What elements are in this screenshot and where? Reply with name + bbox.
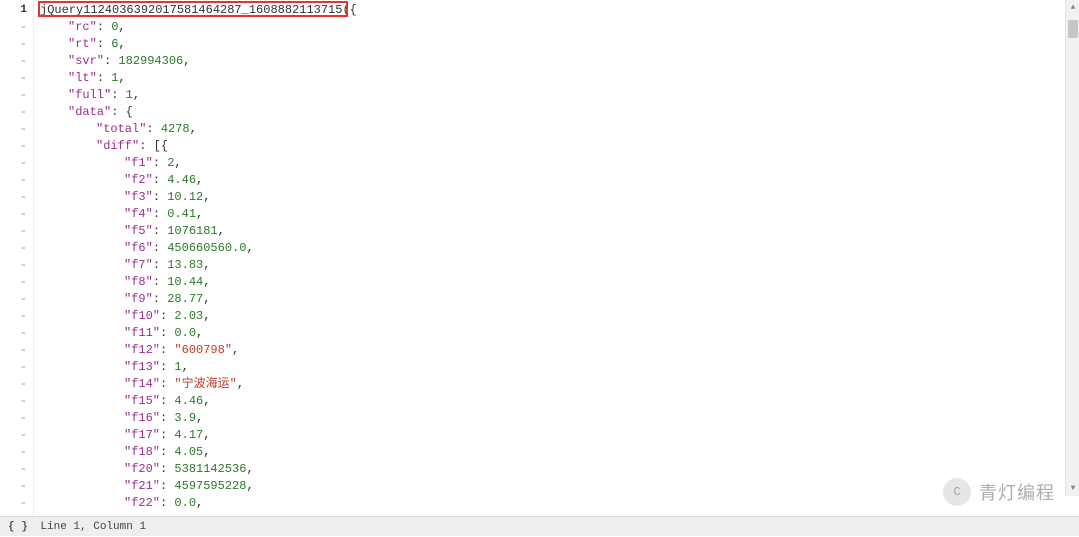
fold-marker[interactable]: - [0, 461, 33, 478]
cursor-position: Line 1, Column 1 [40, 521, 146, 533]
fold-marker[interactable]: - [0, 189, 33, 206]
fold-marker[interactable]: - [0, 155, 33, 172]
code-line[interactable]: "f5": 1076181, [40, 223, 1079, 240]
code-line[interactable]: "data": { [40, 104, 1079, 121]
fold-marker[interactable]: - [0, 376, 33, 393]
code-line[interactable]: "f4": 0.41, [40, 206, 1079, 223]
fold-marker[interactable]: - [0, 87, 33, 104]
scroll-up-icon[interactable]: ▲ [1068, 2, 1078, 13]
fold-marker[interactable]: - [0, 36, 33, 53]
code-line[interactable]: "f10": 2.03, [40, 308, 1079, 325]
code-line[interactable]: "f9": 28.77, [40, 291, 1079, 308]
fold-marker[interactable]: - [0, 19, 33, 36]
code-line[interactable]: "f8": 10.44, [40, 274, 1079, 291]
fold-marker[interactable]: - [0, 223, 33, 240]
fold-marker[interactable]: - [0, 121, 33, 138]
fold-marker[interactable]: - [0, 138, 33, 155]
code-line[interactable]: "f2": 4.46, [40, 172, 1079, 189]
fold-marker[interactable]: - [0, 240, 33, 257]
gutter: 1 - - - - - - - - - - - - - - - - - - - … [0, 0, 34, 516]
code-line[interactable]: "total": 4278, [40, 121, 1079, 138]
fold-marker[interactable]: - [0, 53, 33, 70]
line-number: 1 [0, 2, 33, 19]
fold-marker[interactable]: - [0, 172, 33, 189]
editor-pane[interactable]: 1 - - - - - - - - - - - - - - - - - - - … [0, 0, 1079, 516]
code-line[interactable]: "f14": "宁波海运", [40, 376, 1079, 393]
code-line[interactable]: "rt": 6, [40, 36, 1079, 53]
fold-marker[interactable]: - [0, 427, 33, 444]
fold-marker[interactable]: - [0, 274, 33, 291]
code-line[interactable]: "f3": 10.12, [40, 189, 1079, 206]
fold-marker[interactable]: - [0, 444, 33, 461]
scroll-down-icon[interactable]: ▼ [1068, 483, 1078, 494]
status-bar: { } Line 1, Column 1 [0, 516, 1079, 536]
code-line[interactable]: "f12": "600798", [40, 342, 1079, 359]
fold-marker[interactable]: - [0, 342, 33, 359]
code-line[interactable]: "f20": 5381142536, [40, 461, 1079, 478]
code-line[interactable]: "f16": 3.9, [40, 410, 1079, 427]
code-line[interactable]: jQuery1124036392017581464287_16088821137… [40, 2, 1079, 19]
fold-marker[interactable]: - [0, 104, 33, 121]
fold-marker[interactable]: - [0, 478, 33, 495]
code-area[interactable]: jQuery1124036392017581464287_16088821137… [34, 0, 1079, 516]
fold-marker[interactable]: - [0, 495, 33, 512]
code-line[interactable]: "f11": 0.0, [40, 325, 1079, 342]
fold-marker[interactable]: - [0, 206, 33, 223]
fold-marker[interactable]: - [0, 325, 33, 342]
code-line[interactable]: "f18": 4.05, [40, 444, 1079, 461]
code-line[interactable]: "full": 1, [40, 87, 1079, 104]
code-line[interactable]: "f7": 13.83, [40, 257, 1079, 274]
fold-marker[interactable]: - [0, 257, 33, 274]
fold-marker[interactable]: - [0, 308, 33, 325]
braces-icon: { } [8, 521, 28, 533]
fold-marker[interactable]: - [0, 410, 33, 427]
code-line[interactable]: "f13": 1, [40, 359, 1079, 376]
code-line[interactable]: "f1": 2, [40, 155, 1079, 172]
code-line[interactable]: "diff": [{ [40, 138, 1079, 155]
code-line[interactable]: "f22": 0.0, [40, 495, 1079, 512]
scroll-thumb[interactable] [1068, 20, 1078, 38]
fold-marker[interactable]: - [0, 393, 33, 410]
code-line[interactable]: "lt": 1, [40, 70, 1079, 87]
fold-marker[interactable]: - [0, 359, 33, 376]
fold-marker[interactable]: - [0, 70, 33, 87]
code-line[interactable]: "rc": 0, [40, 19, 1079, 36]
code-line[interactable]: "f15": 4.46, [40, 393, 1079, 410]
code-line[interactable]: "svr": 182994306, [40, 53, 1079, 70]
code-line[interactable]: "f17": 4.17, [40, 427, 1079, 444]
vertical-scrollbar[interactable]: ▲ ▼ [1065, 0, 1079, 496]
fold-marker[interactable]: - [0, 291, 33, 308]
code-line[interactable]: "f21": 4597595228, [40, 478, 1079, 495]
code-line[interactable]: "f6": 450660560.0, [40, 240, 1079, 257]
